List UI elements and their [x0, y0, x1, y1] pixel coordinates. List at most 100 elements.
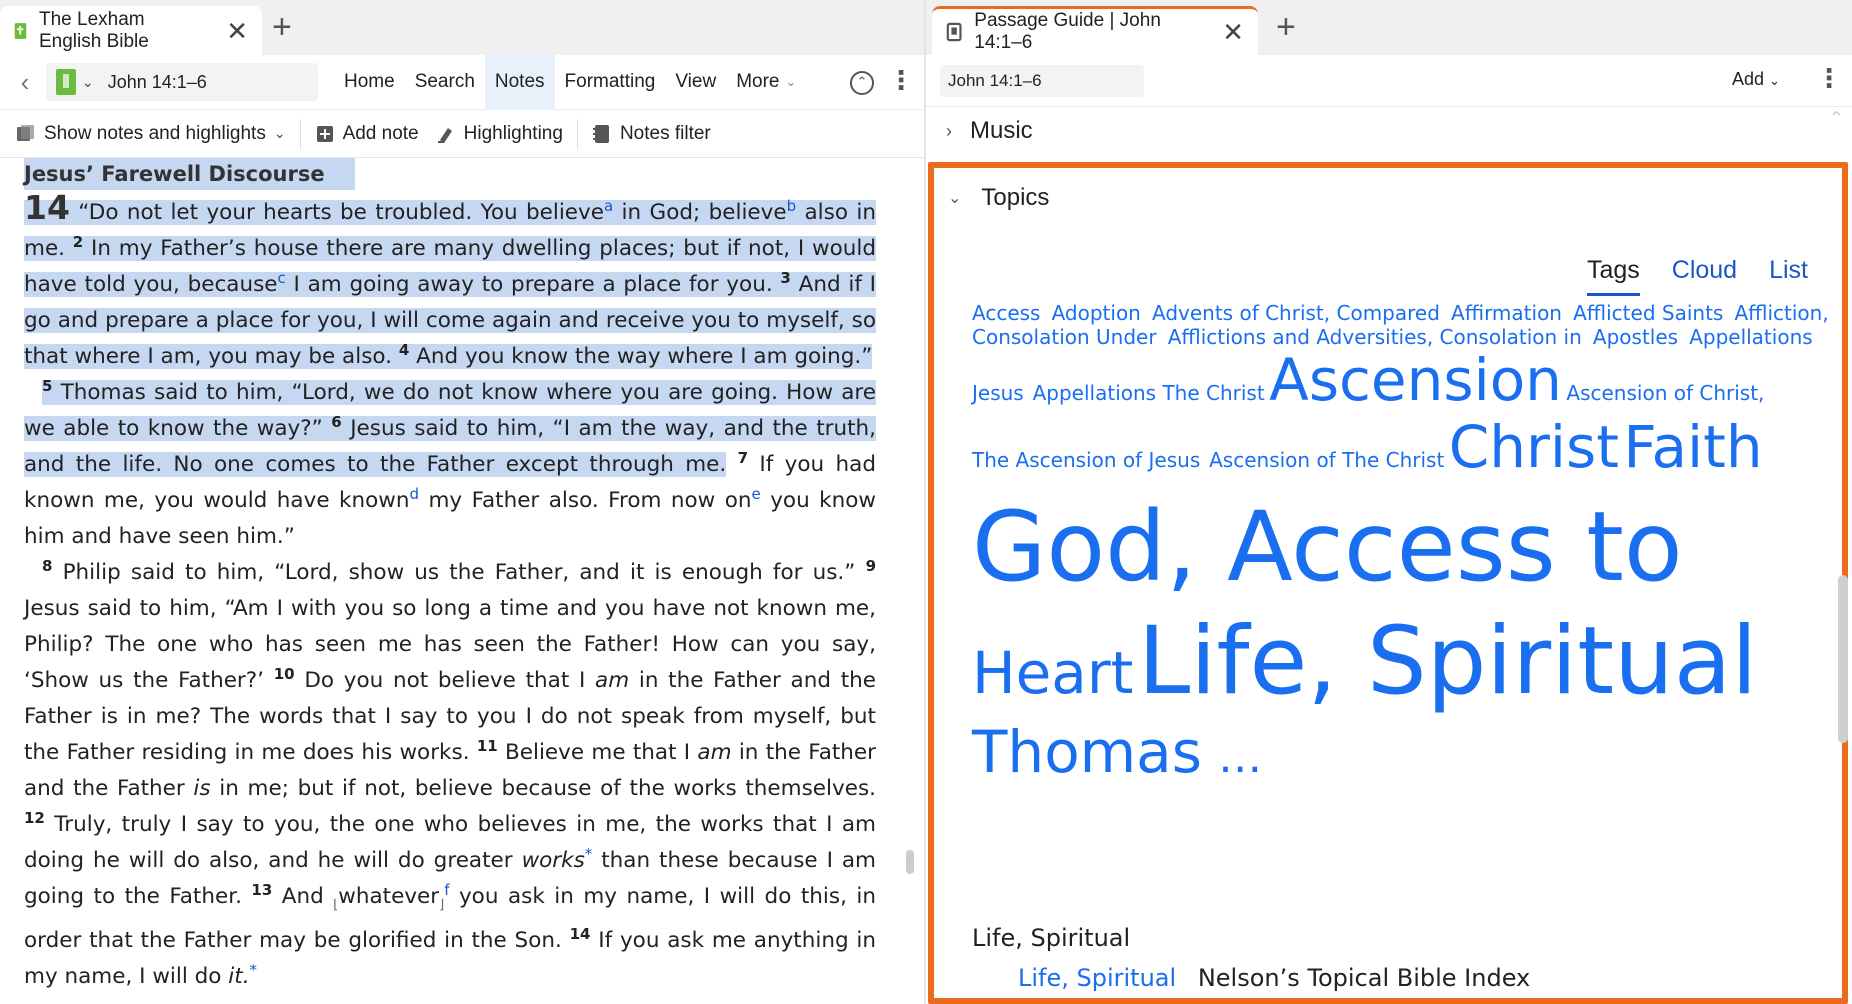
- chevron-down-icon: ⌄: [1769, 73, 1780, 88]
- add-note-button[interactable]: Add note: [315, 123, 419, 145]
- verse-number[interactable]: 8: [42, 557, 52, 575]
- chevron-up-icon[interactable]: ⌃: [1829, 108, 1844, 129]
- chevron-down-icon: ⌄: [273, 125, 286, 141]
- footnote-marker[interactable]: *: [250, 961, 258, 979]
- notes-toolbar: Show notes and highlights ⌄ Add note Hig…: [0, 110, 924, 158]
- notes-filter-button[interactable]: Notes filter: [592, 123, 711, 145]
- verse-number[interactable]: 3: [780, 269, 790, 287]
- reference-input[interactable]: John 14:1–6: [108, 72, 207, 93]
- tab-cloud[interactable]: Cloud: [1672, 256, 1737, 296]
- footnote-marker[interactable]: a: [604, 197, 613, 215]
- menu-search[interactable]: Search: [405, 55, 485, 110]
- verse-number[interactable]: 4: [399, 341, 409, 359]
- tag-line: The Ascension of Jesus Ascension of The …: [972, 418, 1763, 476]
- verse-text: in God; believe: [613, 200, 787, 225]
- new-tab-button[interactable]: +: [1276, 10, 1296, 44]
- add-button[interactable]: Add ⌄: [1732, 69, 1780, 90]
- topic-result-link[interactable]: Life, Spiritual: [1018, 964, 1176, 992]
- topic-tag[interactable]: Christ: [1449, 413, 1619, 481]
- topic-tag[interactable]: Jesus: [972, 381, 1024, 405]
- kebab-menu-icon[interactable]: ⋮: [1816, 65, 1842, 91]
- new-tab-button[interactable]: +: [272, 10, 292, 44]
- close-tab-icon[interactable]: ✕: [226, 18, 248, 44]
- notebook-icon: [592, 124, 609, 143]
- verse-text: Believe me that I: [497, 740, 698, 765]
- add-note-icon: [316, 125, 333, 142]
- verse-number[interactable]: 9: [866, 557, 876, 575]
- topics-header[interactable]: ⌄ Topics: [934, 168, 1842, 228]
- menu-notes[interactable]: Notes: [484, 54, 555, 110]
- topic-tag[interactable]: Access: [972, 301, 1040, 325]
- tag-line: Heart Life, Spiritual: [972, 615, 1757, 709]
- menu-view[interactable]: View: [665, 55, 726, 110]
- menu-home[interactable]: Home: [334, 55, 405, 110]
- footnote-marker[interactable]: c: [278, 269, 286, 287]
- show-notes-button[interactable]: Show notes and highlights ⌄: [16, 123, 286, 145]
- reference-input[interactable]: John 14:1–6: [940, 64, 1144, 97]
- topic-tag[interactable]: Consolation Under: [972, 325, 1157, 349]
- verse-text: And you know the way where I am going.”: [409, 344, 873, 369]
- tab-tags[interactable]: Tags: [1586, 256, 1640, 296]
- verse-number[interactable]: 13: [251, 881, 272, 899]
- topic-tag[interactable]: Adoption: [1052, 301, 1141, 325]
- bracket-close: ⌋: [439, 897, 445, 913]
- topic-tag[interactable]: Apostles: [1593, 325, 1678, 349]
- footnote-marker[interactable]: b: [787, 197, 797, 215]
- footnote-marker[interactable]: e: [752, 485, 761, 503]
- highlighted-text: 14 “Do not let your hearts be troubled. …: [24, 190, 876, 369]
- topic-tag[interactable]: Afflicted Saints: [1573, 301, 1723, 325]
- circle-up-icon[interactable]: ⌃: [850, 71, 874, 95]
- tab-title: The Lexham English Bible: [38, 8, 149, 52]
- chapter-number: 14: [24, 188, 70, 227]
- chevron-down-icon[interactable]: ⌄: [82, 74, 94, 91]
- resource-icon[interactable]: [56, 69, 76, 95]
- topic-tag[interactable]: God, Access to: [972, 491, 1683, 603]
- tab-lexham-bible[interactable]: The Lexham English Bible ✕: [0, 6, 262, 55]
- verse-number[interactable]: 2: [73, 233, 83, 251]
- bible-text[interactable]: Jesus’ Farewell Discourse 14 “Do not let…: [0, 158, 900, 1004]
- topic-tag[interactable]: Faith: [1623, 413, 1762, 481]
- footnote-marker[interactable]: d: [409, 485, 419, 503]
- verse-number[interactable]: 14: [570, 925, 591, 943]
- topic-tag[interactable]: Ascension of The Christ: [1209, 448, 1444, 472]
- menu-more[interactable]: More ⌄: [726, 55, 806, 110]
- topic-tag[interactable]: Advents of Christ, Compared: [1152, 301, 1440, 325]
- kebab-menu-icon[interactable]: ⋮: [888, 67, 914, 93]
- verse-number[interactable]: 10: [274, 665, 295, 683]
- close-tab-icon[interactable]: ✕: [1222, 19, 1244, 45]
- tab-passage-guide[interactable]: Passage Guide | John 14:1–6 ✕: [932, 6, 1258, 55]
- menu-formatting[interactable]: Formatting: [555, 55, 666, 110]
- chevron-left-icon[interactable]: ‹: [8, 67, 42, 98]
- topic-tag[interactable]: Appellations: [1689, 325, 1812, 349]
- verse-number[interactable]: 11: [477, 737, 498, 755]
- topic-tag[interactable]: Ascension of Christ,: [1566, 381, 1764, 405]
- ellipsis[interactable]: …: [1218, 732, 1262, 783]
- verse-number[interactable]: 7: [738, 449, 748, 467]
- topic-tag[interactable]: Affliction,: [1734, 301, 1828, 325]
- notes-filter-label: Notes filter: [619, 122, 711, 144]
- topic-tag[interactable]: Ascension: [1269, 346, 1562, 414]
- highlighting-button[interactable]: Highlighting: [436, 123, 563, 145]
- right-scrollbar-thumb[interactable]: [1838, 575, 1848, 743]
- italic-word: it.: [228, 964, 250, 990]
- verse-number[interactable]: 6: [331, 413, 341, 431]
- topic-tag[interactable]: Affirmation: [1451, 301, 1562, 325]
- topic-tag[interactable]: Appellations The Christ: [1033, 381, 1265, 405]
- topic-tag[interactable]: Heart: [972, 639, 1133, 707]
- section-music[interactable]: › Music: [926, 107, 1852, 155]
- left-scrollbar-thumb[interactable]: [906, 850, 914, 874]
- topic-tag[interactable]: The Ascension of Jesus: [972, 448, 1200, 472]
- verse-number[interactable]: 5: [42, 377, 52, 395]
- verse-text: Philip said to him, “Lord, show us the F…: [52, 560, 856, 585]
- reference-box[interactable]: ⌄ John 14:1–6: [46, 63, 318, 101]
- verse-number[interactable]: 12: [24, 809, 45, 827]
- panel-menu: Home Search Notes Formatting View More ⌄: [334, 54, 806, 110]
- verse-text: And: [272, 884, 334, 909]
- tab-list[interactable]: List: [1769, 256, 1808, 296]
- topic-tag[interactable]: Thomas: [972, 718, 1202, 786]
- paragraph-3: 8 Philip said to him, “Lord, show us the…: [24, 555, 876, 995]
- paragraph-2: 5 Thomas said to him, “Lord, we do not k…: [24, 375, 877, 555]
- section-heading: Jesus’ Farewell Discourse: [24, 158, 355, 190]
- bible-book-icon: [14, 22, 27, 39]
- topic-tag[interactable]: Life, Spiritual: [1138, 607, 1758, 716]
